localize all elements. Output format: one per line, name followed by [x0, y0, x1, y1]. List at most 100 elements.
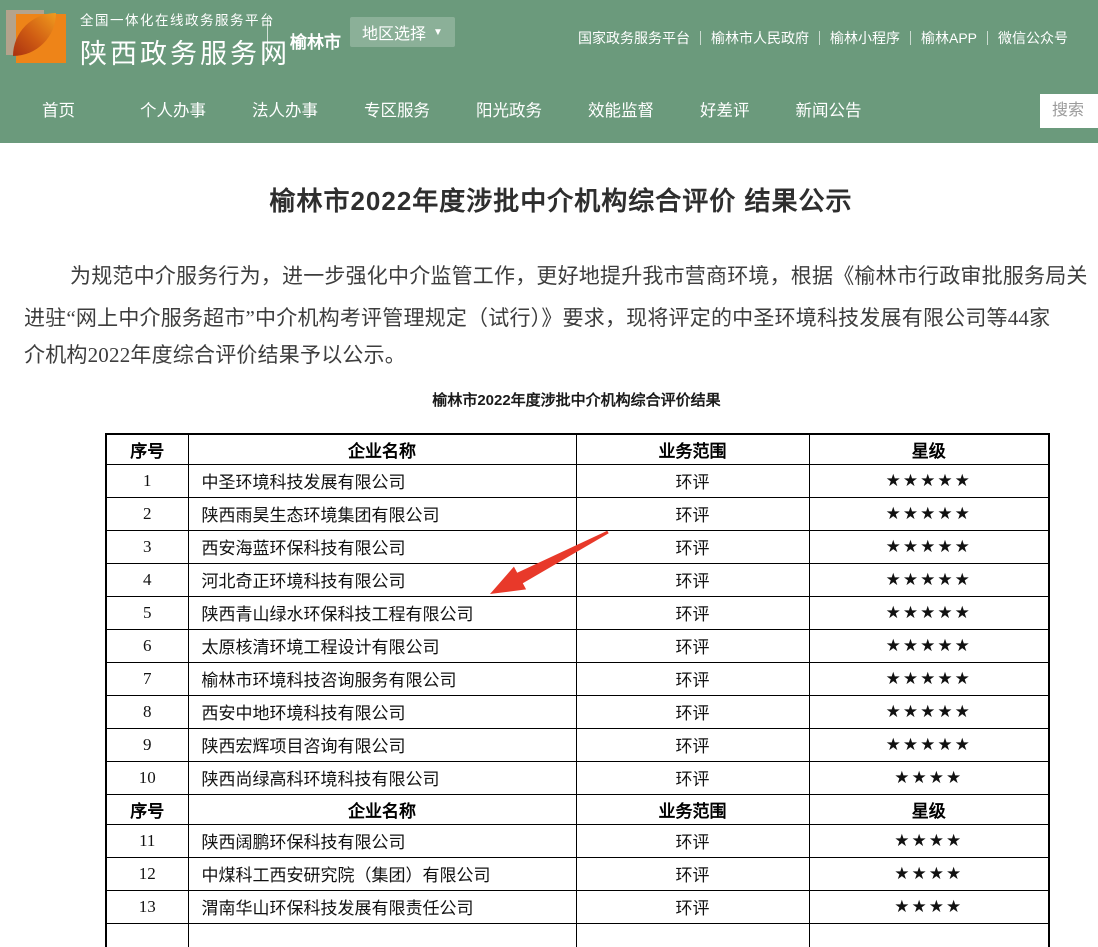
business-scope-cell: 环评	[576, 761, 809, 794]
row-number-cell: 3	[106, 530, 188, 563]
nav-item-1[interactable]: 个人办事	[140, 97, 206, 121]
header-link-4[interactable]: 微信公众号	[998, 28, 1068, 48]
header-link-separator	[910, 31, 911, 45]
business-scope-cell: 环评	[576, 497, 809, 530]
table-caption: 榆林市2022年度涉批中介机构综合评价结果	[105, 389, 1048, 410]
business-scope-cell: 环评	[576, 857, 809, 890]
nav-item-2[interactable]: 法人办事	[252, 97, 318, 121]
business-scope-cell: 环评	[576, 824, 809, 857]
evaluation-table: 序号企业名称业务范围星级1中圣环境科技发展有限公司环评★★★★★2陕西雨昊生态环…	[105, 433, 1050, 947]
star-rating-cell: ★★★★★	[809, 728, 1049, 761]
nav-item-7[interactable]: 新闻公告	[796, 97, 862, 121]
table-row-13: 13渭南华山环保科技发展有限责任公司环评★★★★	[106, 890, 1049, 923]
empty-cell	[576, 923, 809, 947]
row-number-cell: 12	[106, 857, 188, 890]
nav-item-0[interactable]: 首页	[42, 97, 75, 121]
table-header-cell-0: 序号	[106, 434, 188, 464]
row-number-cell: 9	[106, 728, 188, 761]
table-header-cell-0: 序号	[106, 794, 188, 824]
company-name-cell: 太原核清环境工程设计有限公司	[188, 629, 576, 662]
header-divider	[267, 16, 268, 58]
table-header-row: 序号企业名称业务范围星级	[106, 434, 1049, 464]
business-scope-cell: 环评	[576, 464, 809, 497]
table-header-cell-2: 业务范围	[576, 434, 809, 464]
star-rating-cell: ★★★★	[809, 761, 1049, 794]
paragraph-line-3: 介机构2022年度综合评价结果予以公示。	[24, 339, 406, 369]
company-name-cell: 中圣环境科技发展有限公司	[188, 464, 576, 497]
star-rating-cell: ★★★★★	[809, 662, 1049, 695]
nav-items: 首页 个人办事 法人办事 专区服务 阳光政务 效能监督 好差评 新闻公告	[42, 75, 862, 143]
search-input[interactable]	[1040, 94, 1098, 128]
table-row-6: 6太原核清环境工程设计有限公司环评★★★★★	[106, 629, 1049, 662]
row-number-cell: 1	[106, 464, 188, 497]
header-link-3[interactable]: 榆林APP	[921, 28, 977, 48]
table-row-2: 2陕西雨昊生态环境集团有限公司环评★★★★★	[106, 497, 1049, 530]
paragraph-line-2: 进驻“网上中介服务超市”中介机构考评管理规定（试行）》要求，现将评定的中圣环境科…	[24, 302, 1050, 332]
current-city-label: 榆林市	[290, 28, 341, 53]
company-name-cell: 渭南华山环保科技发展有限责任公司	[188, 890, 576, 923]
table-row-11: 11陕西阔鹏环保科技有限公司环评★★★★	[106, 824, 1049, 857]
site-header: 全国一体化在线政务服务平台 陕西政务服务网 榆林市 地区选择 ▼ 国家政务服务平…	[0, 0, 1098, 143]
star-rating-cell: ★★★★	[809, 857, 1049, 890]
star-rating-cell: ★★★★★	[809, 629, 1049, 662]
main-nav: 首页 个人办事 法人办事 专区服务 阳光政务 效能监督 好差评 新闻公告	[0, 75, 1098, 143]
header-link-0[interactable]: 国家政务服务平台	[578, 28, 690, 48]
business-scope-cell: 环评	[576, 695, 809, 728]
star-rating-cell: ★★★★★	[809, 464, 1049, 497]
header-link-1[interactable]: 榆林市人民政府	[711, 28, 809, 48]
company-name-cell: 陕西阔鹏环保科技有限公司	[188, 824, 576, 857]
site-name: 陕西政务服务网	[80, 32, 290, 71]
empty-cell	[106, 923, 188, 947]
table-header-cell-1: 企业名称	[188, 794, 576, 824]
star-rating-cell: ★★★★★	[809, 530, 1049, 563]
nav-item-3[interactable]: 专区服务	[364, 97, 430, 121]
nav-item-5[interactable]: 效能监督	[588, 97, 654, 121]
table-header-cell-3: 星级	[809, 794, 1049, 824]
table-row-5: 5陕西青山绿水环保科技工程有限公司环评★★★★★	[106, 596, 1049, 629]
star-rating-cell: ★★★★★	[809, 596, 1049, 629]
nav-item-6[interactable]: 好差评	[700, 97, 750, 121]
star-rating-cell: ★★★★★	[809, 695, 1049, 728]
chevron-down-icon: ▼	[433, 27, 443, 38]
nav-item-4[interactable]: 阳光政务	[476, 97, 542, 121]
page-title: 榆林市2022年度涉批中介机构综合评价 结果公示	[0, 181, 1098, 218]
table-row-1: 1中圣环境科技发展有限公司环评★★★★★	[106, 464, 1049, 497]
table-header-cell-1: 企业名称	[188, 434, 576, 464]
row-number-cell: 7	[106, 662, 188, 695]
table-row-9: 9陕西宏辉项目咨询有限公司环评★★★★★	[106, 728, 1049, 761]
header-links: 国家政务服务平台榆林市人民政府榆林小程序榆林APP微信公众号注册	[578, 0, 1098, 75]
star-rating-cell: ★★★★★	[809, 497, 1049, 530]
row-number-cell: 4	[106, 563, 188, 596]
company-name-cell: 中煤科工西安研究院（集团）有限公司	[188, 857, 576, 890]
table-header-row: 序号企业名称业务范围星级	[106, 794, 1049, 824]
row-number-cell: 8	[106, 695, 188, 728]
header-top-row: 全国一体化在线政务服务平台 陕西政务服务网 榆林市 地区选择 ▼ 国家政务服务平…	[0, 0, 1098, 75]
paragraph-line-1: 为规范中介服务行为，进一步强化中介监管工作，更好地提升我市营商环境，根据《榆林市…	[70, 260, 1088, 290]
company-name-cell: 陕西尚绿高科环境科技有限公司	[188, 761, 576, 794]
company-name-cell: 陕西青山绿水环保科技工程有限公司	[188, 596, 576, 629]
business-scope-cell: 环评	[576, 563, 809, 596]
business-scope-cell: 环评	[576, 728, 809, 761]
row-number-cell: 10	[106, 761, 188, 794]
row-number-cell: 6	[106, 629, 188, 662]
company-name-cell: 西安海蓝环保科技有限公司	[188, 530, 576, 563]
row-number-cell: 13	[106, 890, 188, 923]
table-row-partial	[106, 923, 1049, 947]
region-select-button[interactable]: 地区选择 ▼	[350, 17, 455, 47]
platform-subtitle: 全国一体化在线政务服务平台	[80, 9, 290, 29]
row-number-cell: 2	[106, 497, 188, 530]
table-row-7: 7榆林市环境科技咨询服务有限公司环评★★★★★	[106, 662, 1049, 695]
page: 全国一体化在线政务服务平台 陕西政务服务网 榆林市 地区选择 ▼ 国家政务服务平…	[0, 0, 1098, 947]
header-link-2[interactable]: 榆林小程序	[830, 28, 900, 48]
business-scope-cell: 环评	[576, 596, 809, 629]
header-link-separator	[700, 31, 701, 45]
site-logo[interactable]	[6, 4, 74, 72]
table-header-cell-2: 业务范围	[576, 794, 809, 824]
header-link-separator	[819, 31, 820, 45]
row-number-cell: 11	[106, 824, 188, 857]
evaluation-table-body: 序号企业名称业务范围星级1中圣环境科技发展有限公司环评★★★★★2陕西雨昊生态环…	[106, 434, 1049, 947]
business-scope-cell: 环评	[576, 629, 809, 662]
empty-cell	[188, 923, 576, 947]
business-scope-cell: 环评	[576, 530, 809, 563]
star-rating-cell: ★★★★★	[809, 563, 1049, 596]
